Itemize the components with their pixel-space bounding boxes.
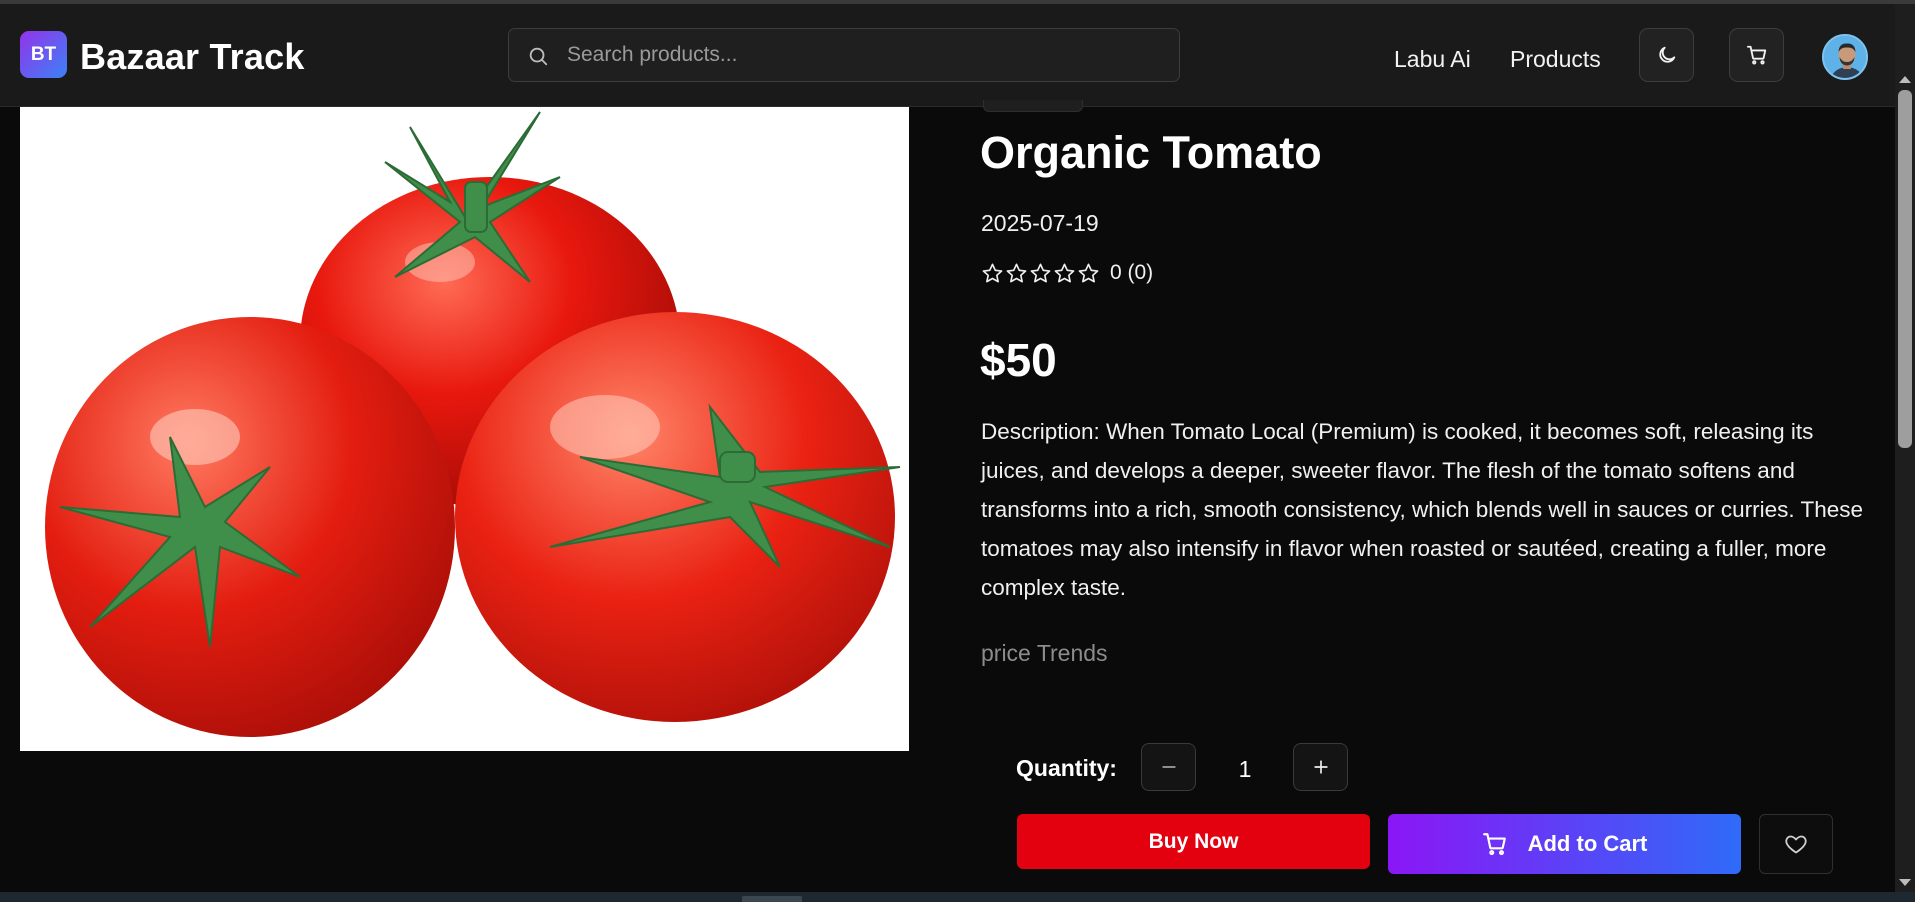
product-image[interactable]	[20, 107, 909, 751]
search-bar[interactable]	[508, 28, 1180, 82]
add-to-cart-label: Add to Cart	[1527, 831, 1648, 856]
brand-name[interactable]: Bazaar Track	[80, 36, 305, 78]
user-avatar[interactable]	[1822, 34, 1868, 80]
minus-icon	[1161, 766, 1176, 768]
star-icon[interactable]	[1005, 262, 1028, 285]
cart-icon	[1482, 833, 1506, 856]
theme-toggle-button[interactable]	[1639, 28, 1694, 82]
price-trends-label: price Trends	[981, 640, 1108, 666]
rating-stars	[981, 262, 1100, 285]
cart-button[interactable]	[1729, 28, 1784, 82]
scroll-down-arrow-icon[interactable]	[1899, 879, 1911, 886]
page-scrollbar[interactable]	[1895, 4, 1915, 892]
taskbar-edge	[0, 892, 1915, 902]
search-input[interactable]	[567, 29, 1167, 81]
tomato-image	[45, 111, 901, 737]
quantity-label: Quantity:	[1016, 755, 1117, 781]
scroll-up-arrow-icon[interactable]	[1899, 76, 1911, 83]
rating-text: 0 (0)	[1110, 261, 1154, 284]
taskbar-tab	[742, 896, 802, 902]
search-icon	[529, 47, 548, 66]
product-date: 2025-07-19	[981, 210, 1099, 236]
star-icon[interactable]	[1077, 262, 1100, 285]
cart-icon	[1746, 45, 1766, 65]
nav-link-products[interactable]: Products	[1510, 46, 1601, 73]
moon-icon	[1658, 46, 1675, 63]
buy-now-button[interactable]: Buy Now	[1017, 814, 1370, 869]
product-description: Description: When Tomato Local (Premium)…	[981, 419, 1864, 600]
scrollbar-thumb[interactable]	[1898, 90, 1912, 448]
product-rating: 0 (0)	[981, 261, 1153, 285]
decrease-quantity-button[interactable]	[1141, 743, 1196, 791]
avatar-image	[1824, 36, 1866, 78]
add-to-cart-button[interactable]: Add to Cart	[1388, 814, 1741, 874]
product-title: Organic Tomato	[980, 127, 1322, 178]
star-icon[interactable]	[981, 262, 1004, 285]
wishlist-button[interactable]	[1759, 814, 1833, 874]
quantity-value: 1	[1238, 756, 1252, 782]
heart-icon	[1785, 835, 1807, 854]
product-price: $50	[980, 334, 1057, 386]
increase-quantity-button[interactable]	[1293, 743, 1348, 791]
logo-badge[interactable]: BT	[20, 31, 67, 78]
plus-icon	[1313, 760, 1328, 774]
star-icon[interactable]	[1053, 262, 1076, 285]
star-icon[interactable]	[1029, 262, 1052, 285]
top-navbar: BT Bazaar Track Labu Ai Products	[0, 4, 1895, 107]
nav-link-labu-ai[interactable]: Labu Ai	[1394, 46, 1471, 73]
category-tag	[983, 100, 1083, 112]
